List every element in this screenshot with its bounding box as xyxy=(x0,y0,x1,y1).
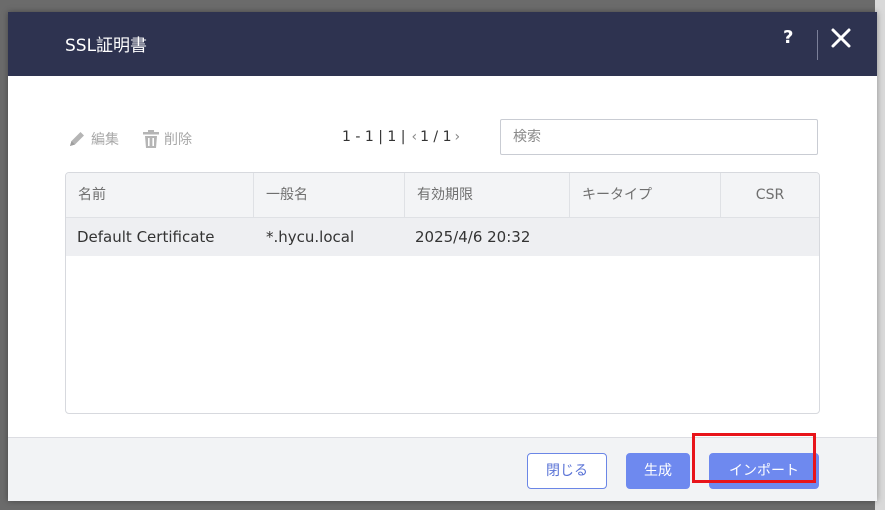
column-header-csr[interactable]: CSR xyxy=(721,173,819,217)
page-indicator: 1 / 1 xyxy=(420,129,452,145)
trash-icon xyxy=(142,129,160,149)
cell-expiry: 2025/4/6 20:32 xyxy=(415,228,531,246)
pagination: 1 - 1 | 1 | ‹ 1 / 1 › xyxy=(342,129,463,145)
ssl-certificate-dialog: SSL証明書 ? 編集 削除 1 - 1 | 1 | ‹ 1 / 1 › 検索 … xyxy=(8,12,877,501)
pagination-range: 1 - 1 | 1 | xyxy=(342,129,406,145)
delete-label: 削除 xyxy=(164,132,192,148)
cell-key-type xyxy=(570,218,721,256)
column-header-expiry[interactable]: 有効期限 xyxy=(405,173,570,217)
cell-name: Default Certificate xyxy=(77,228,215,246)
dialog-header: SSL証明書 ? xyxy=(8,12,877,76)
table-row[interactable]: Default Certificate *.hycu.local 2025/4/… xyxy=(66,218,819,256)
prev-page-button[interactable]: ‹ xyxy=(411,129,417,145)
import-button[interactable]: インポート xyxy=(709,453,819,489)
column-header-common-name[interactable]: 一般名 xyxy=(254,173,405,217)
generate-button[interactable]: 生成 xyxy=(626,453,690,489)
close-button[interactable]: 閉じる xyxy=(527,453,607,489)
cell-common-name: *.hycu.local xyxy=(266,228,355,246)
next-page-button[interactable]: › xyxy=(455,129,461,145)
delete-button[interactable]: 削除 xyxy=(142,129,192,149)
certificate-table: 名前 一般名 有効期限 キータイプ CSR Default Certificat… xyxy=(65,172,820,414)
dialog-title: SSL証明書 xyxy=(65,36,148,56)
column-header-name[interactable]: 名前 xyxy=(66,173,254,217)
close-icon[interactable] xyxy=(829,26,853,50)
help-button[interactable]: ? xyxy=(783,27,793,48)
cell-csr xyxy=(721,218,819,256)
edit-label: 編集 xyxy=(91,132,119,148)
header-divider xyxy=(817,30,818,60)
pencil-icon xyxy=(67,129,87,149)
edit-button[interactable]: 編集 xyxy=(67,129,119,149)
dialog-footer: 閉じる 生成 インポート xyxy=(8,437,877,501)
search-input[interactable] xyxy=(500,119,818,155)
table-header: 名前 一般名 有効期限 キータイプ CSR xyxy=(66,173,819,218)
column-header-key-type[interactable]: キータイプ xyxy=(570,173,721,217)
